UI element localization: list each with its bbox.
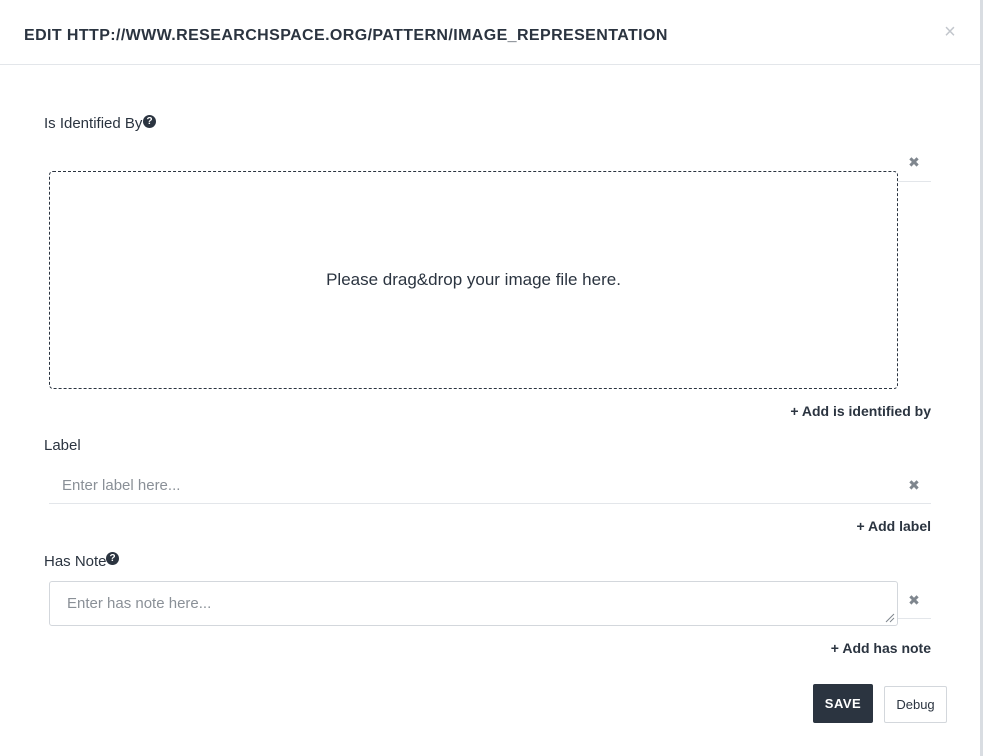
add-is-identified-by-link[interactable]: + Add is identified by [790,403,931,419]
field-underline [898,181,931,182]
save-button[interactable]: SAVE [813,684,873,723]
has-note-label: Has Note [44,553,107,570]
remove-has-note-icon[interactable]: ✖ [907,593,921,607]
label-input[interactable] [49,468,899,502]
help-icon[interactable]: ? [106,552,119,565]
modal-title: EDIT HTTP://WWW.RESEARCHSPACE.ORG/PATTER… [24,27,668,44]
is-identified-by-label: Is Identified By [44,115,143,132]
dropzone-text: Please drag&drop your image file here. [326,270,621,289]
remove-is-identified-by-icon[interactable]: ✖ [907,155,921,169]
field-underline [898,618,931,619]
resize-grip-icon[interactable] [885,613,895,623]
add-label-link[interactable]: + Add label [856,518,931,534]
image-dropzone[interactable]: Please drag&drop your image file here. [49,171,898,389]
add-has-note-link[interactable]: + Add has note [831,640,931,656]
help-icon[interactable]: ? [143,115,156,128]
label-underline [49,503,931,504]
modal-header: EDIT HTTP://WWW.RESEARCHSPACE.ORG/PATTER… [0,0,980,65]
close-icon[interactable]: × [942,22,958,42]
debug-button[interactable]: Debug [884,686,947,723]
remove-label-icon[interactable]: ✖ [907,478,921,492]
has-note-textarea[interactable] [49,581,898,626]
label-field-label: Label [44,437,81,454]
